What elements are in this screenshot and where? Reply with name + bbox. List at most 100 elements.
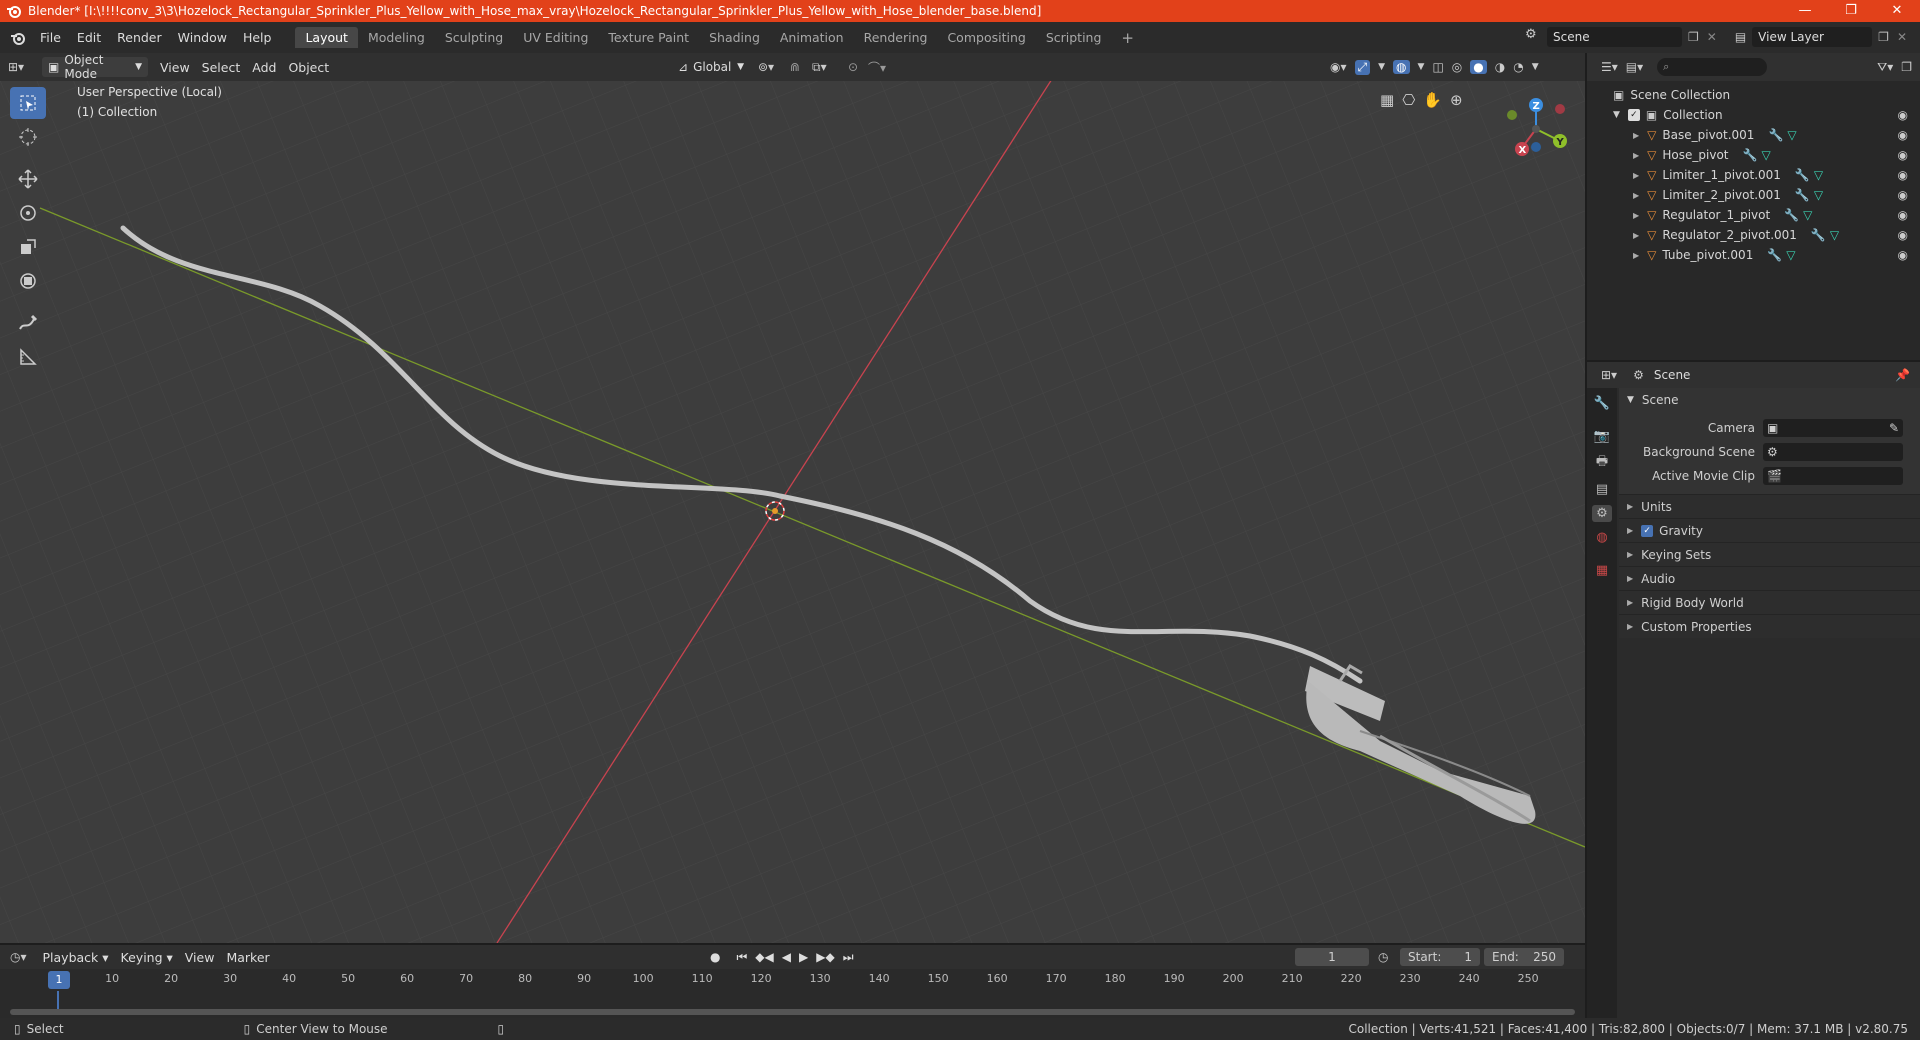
solid-shading-icon[interactable]: ● xyxy=(1470,60,1487,74)
active-movie-clip-field[interactable]: 🎬 xyxy=(1763,467,1903,485)
menu-add[interactable]: Add xyxy=(246,60,282,75)
eye-icon[interactable]: ◉ xyxy=(1898,208,1908,222)
menu-file[interactable]: File xyxy=(32,30,69,45)
tool-tab-icon[interactable]: 🔧 xyxy=(1594,396,1610,411)
mesh-data-icon[interactable]: ▽ xyxy=(1786,248,1795,262)
menu-window[interactable]: Window xyxy=(170,30,235,45)
gizmo-toggle-icon[interactable]: ⤢ xyxy=(1354,59,1371,75)
outliner-object-row[interactable]: ▶ ▽ Regulator_1_pivot 🔧 ▽ ◉ xyxy=(1587,205,1920,225)
transform-orientation-dropdown[interactable]: ⊿ Global ▼ xyxy=(672,57,750,77)
mesh-data-icon[interactable]: ▽ xyxy=(1761,148,1770,162)
pivot-point-icon[interactable]: ⊚▾ xyxy=(758,60,774,74)
overlay-toggle-icon[interactable]: ◍ xyxy=(1393,60,1410,74)
eye-icon[interactable]: ◉ xyxy=(1898,248,1908,262)
collection-checkbox[interactable]: ✓ xyxy=(1627,109,1640,121)
menu-edit[interactable]: Edit xyxy=(69,30,109,45)
pan-hand-icon[interactable]: ✋ xyxy=(1423,91,1442,109)
proportional-edit-icon[interactable]: ⊙ xyxy=(848,60,858,74)
modifier-icon[interactable]: 🔧 xyxy=(1795,188,1810,202)
cursor-tool-icon[interactable] xyxy=(10,121,46,153)
outliner-object-row[interactable]: ▶ ▽ Limiter_2_pivot.001 🔧 ▽ ◉ xyxy=(1587,185,1920,205)
xray-icon[interactable]: ◫ xyxy=(1432,60,1443,74)
menu-playback[interactable]: Playback ▾ xyxy=(37,950,115,965)
rotate-tool-icon[interactable] xyxy=(10,197,46,229)
disclosure-triangle-icon[interactable]: ▶ xyxy=(1633,191,1639,200)
navigation-gizmo[interactable]: Z Y X xyxy=(1500,87,1580,167)
tab-uv-editing[interactable]: UV Editing xyxy=(513,27,598,48)
tab-layout[interactable]: Layout xyxy=(295,27,358,48)
shading-dropdown-icon[interactable]: ▼ xyxy=(1532,62,1539,72)
modifier-icon[interactable]: 🔧 xyxy=(1795,168,1810,182)
menu-keying[interactable]: Keying ▾ xyxy=(115,950,179,965)
next-keyframe-icon[interactable]: ▶◆ xyxy=(816,950,834,965)
gravity-checkbox[interactable]: ✓ xyxy=(1641,524,1654,537)
jump-start-icon[interactable]: ⏮ xyxy=(736,950,747,965)
tab-animation[interactable]: Animation xyxy=(770,27,854,48)
render-tab-icon[interactable]: 📷 xyxy=(1594,429,1610,444)
select-box-tool-icon[interactable] xyxy=(10,87,46,119)
outliner-object-row[interactable]: ▶ ▽ Tube_pivot.001 🔧 ▽ ◉ xyxy=(1587,245,1920,265)
clock-icon[interactable]: ◷ xyxy=(1378,950,1388,964)
menu-help[interactable]: Help xyxy=(235,30,280,45)
mesh-data-icon[interactable]: ▽ xyxy=(1803,208,1812,222)
end-frame-field[interactable]: End: 250 xyxy=(1484,948,1564,966)
gizmo-neg-x-icon[interactable] xyxy=(1555,104,1565,114)
world-tab-icon[interactable]: ◍ xyxy=(1596,530,1607,545)
disclosure-triangle-icon[interactable]: ▶ xyxy=(1633,171,1639,180)
wireframe-shading-icon[interactable]: ◎ xyxy=(1452,60,1462,74)
annotate-tool-icon[interactable] xyxy=(10,307,46,339)
measure-tool-icon[interactable] xyxy=(10,341,46,373)
play-icon[interactable]: ▶ xyxy=(799,950,808,965)
camera-field[interactable]: ▣ ✎ xyxy=(1763,419,1903,437)
frame-ruler[interactable]: 1 10 20 30 40 50 60 70 80 90 100 110 120 130 140 150 160… xyxy=(0,969,1585,991)
modifier-icon[interactable]: 🔧 xyxy=(1768,128,1783,142)
visibility-icon[interactable]: ◉▾ xyxy=(1330,60,1347,74)
tab-sculpting[interactable]: Sculpting xyxy=(435,27,513,48)
scene-icon[interactable]: ⚙ xyxy=(1525,27,1547,47)
tab-texture-paint[interactable]: Texture Paint xyxy=(598,27,699,48)
rendered-shading-icon[interactable]: ◔ xyxy=(1513,60,1523,74)
outliner-object-row[interactable]: ▶ ▽ Limiter_1_pivot.001 🔧 ▽ ◉ xyxy=(1587,165,1920,185)
menu-render[interactable]: Render xyxy=(109,30,170,45)
subpanel-header[interactable]: ▶ Audio xyxy=(1619,566,1920,590)
tab-scripting[interactable]: Scripting xyxy=(1036,27,1112,48)
subpanel-header[interactable]: ▶ Rigid Body World xyxy=(1619,590,1920,614)
menu-object[interactable]: Object xyxy=(282,60,335,75)
eye-icon[interactable]: ◉ xyxy=(1898,228,1908,242)
minimize-button[interactable]: — xyxy=(1782,0,1828,22)
eye-icon[interactable]: ◉ xyxy=(1898,168,1908,182)
start-frame-field[interactable]: Start: 1 xyxy=(1400,948,1480,966)
mesh-data-icon[interactable]: ▽ xyxy=(1814,168,1823,182)
disclosure-triangle-icon[interactable]: ▶ xyxy=(1633,131,1639,140)
tab-shading[interactable]: Shading xyxy=(699,27,770,48)
scene-collection-row[interactable]: ▣ Scene Collection xyxy=(1587,85,1920,105)
disclosure-triangle-icon[interactable]: ▶ xyxy=(1633,151,1639,160)
tab-compositing[interactable]: Compositing xyxy=(937,27,1035,48)
subpanel-header[interactable]: ▶ Units xyxy=(1619,494,1920,518)
scene-selector[interactable]: Scene xyxy=(1547,27,1682,47)
outliner-object-row[interactable]: ▶ ▽ Regulator_2_pivot.001 🔧 ▽ ◉ xyxy=(1587,225,1920,245)
transform-tool-icon[interactable] xyxy=(10,265,46,297)
gizmo-neg-z-icon[interactable] xyxy=(1531,142,1541,152)
modifier-icon[interactable]: 🔧 xyxy=(1811,228,1826,242)
subpanel-header[interactable]: ▶ Custom Properties xyxy=(1619,614,1920,638)
3d-viewport[interactable]: User Perspective (Local) (1) Collection … xyxy=(0,81,1585,943)
grid-view-icon[interactable]: ▦ xyxy=(1380,91,1394,109)
blender-menu-icon[interactable] xyxy=(4,28,32,48)
subpanel-header[interactable]: ▶ Keying Sets xyxy=(1619,542,1920,566)
zoom-icon[interactable]: ⊕ xyxy=(1450,91,1463,109)
modifier-icon[interactable]: 🔧 xyxy=(1784,208,1799,222)
new-collection-icon[interactable]: ❐ xyxy=(1901,60,1912,74)
editor-type-icon[interactable]: ⊞▾ xyxy=(8,60,38,74)
camera-view-icon[interactable]: ⎔ xyxy=(1402,91,1415,109)
disclosure-triangle-icon[interactable]: ▼ xyxy=(1613,110,1620,120)
snap-target-icon[interactable]: ⧉▾ xyxy=(812,60,827,75)
remove-scene-icon[interactable]: ✕ xyxy=(1707,30,1717,44)
pin-icon[interactable]: 📌 xyxy=(1895,368,1910,382)
display-mode-icon[interactable]: ▤▾ xyxy=(1626,60,1643,74)
view-layer-icon[interactable]: ▤ xyxy=(1735,30,1746,44)
outliner-editor-icon[interactable]: ☰▾ xyxy=(1601,60,1618,74)
output-tab-icon[interactable]: 🖶 xyxy=(1596,452,1608,474)
tab-modeling[interactable]: Modeling xyxy=(358,27,435,48)
remove-view-layer-icon[interactable]: ✕ xyxy=(1897,30,1907,44)
